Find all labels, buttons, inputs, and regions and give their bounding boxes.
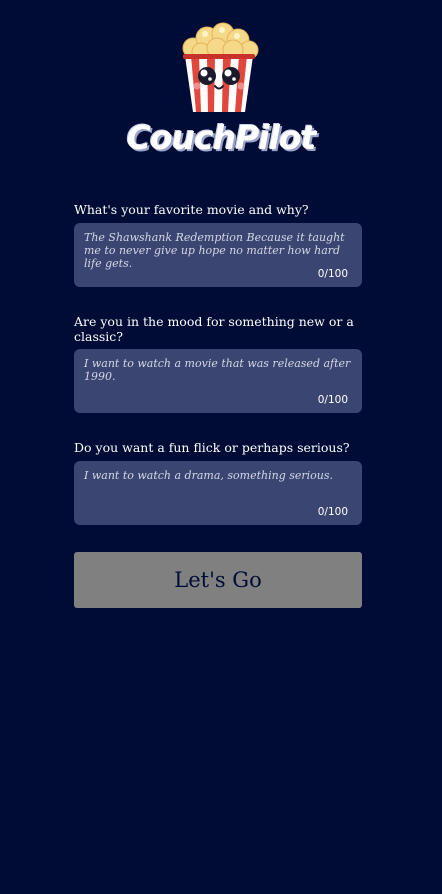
favorite-movie-text: The Shawshank Redemption Because it taug… [84, 231, 345, 270]
new-or-classic-label: Are you in the mood for something new or… [74, 314, 354, 344]
fun-or-serious-char-counter: 0/100 [317, 506, 348, 518]
new-or-classic-char-counter: 0/100 [317, 394, 348, 406]
app-logo: CouchPilot [0, 22, 442, 162]
fun-or-serious-text: I want to watch a drama, something serio… [84, 469, 334, 482]
app-title: CouchPilot [126, 118, 317, 157]
lets-go-button[interactable]: Let's Go [74, 552, 362, 608]
fun-or-serious-label: Do you want a fun flick or perhaps serio… [74, 440, 350, 455]
new-or-classic-field[interactable]: I want to watch a movie that was release… [74, 349, 362, 413]
favorite-movie-char-counter: 0/100 [317, 268, 348, 280]
popcorn-mascot-icon [182, 22, 259, 112]
favorite-movie-field[interactable]: The Shawshank Redemption Because it taug… [74, 223, 362, 287]
favorite-movie-label: What's your favorite movie and why? [74, 202, 309, 217]
fun-or-serious-field[interactable]: I want to watch a drama, something serio… [74, 461, 362, 525]
new-or-classic-text: I want to watch a movie that was release… [84, 357, 351, 383]
